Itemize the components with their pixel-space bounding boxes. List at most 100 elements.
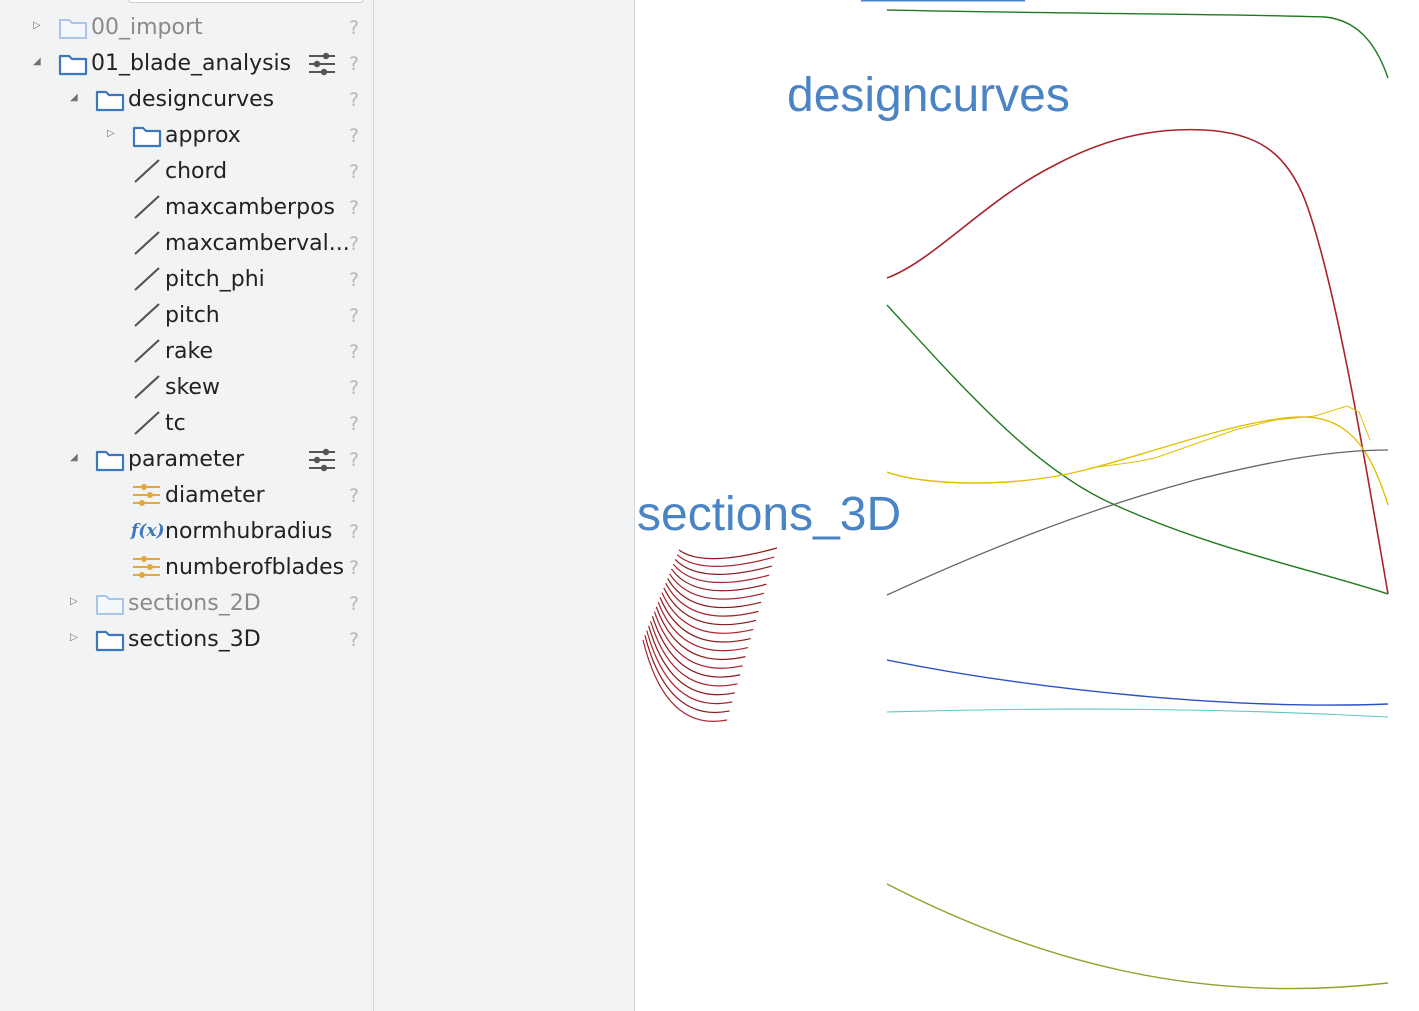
blade-section-curve [642, 639, 728, 722]
help-icon[interactable]: ? [349, 53, 359, 75]
tree-item-label: sections_3D [128, 627, 261, 652]
collapse-arrow-icon[interactable]: ◢ [33, 55, 41, 69]
tree-item-designcurves[interactable]: ◢ designcurves ? [0, 81, 373, 117]
help-icon[interactable]: ? [349, 377, 359, 399]
tree-item-approx[interactable]: ▷ approx ? [0, 117, 373, 153]
blue-curve [886, 659, 1389, 706]
green-curve-top [886, 9, 1389, 79]
folder-icon [95, 450, 125, 472]
tree-item-curve[interactable]: pitch_phi ? [0, 261, 373, 297]
tree-item-curve[interactable]: maxcamberval... ? [0, 225, 373, 261]
help-icon[interactable]: ? [349, 17, 359, 39]
yellow-approx-curve [1089, 405, 1371, 469]
curve-line-icon [134, 303, 160, 327]
tree-item-label: parameter [128, 447, 245, 472]
folder-icon [59, 19, 87, 39]
tree-item-label: normhubradius [165, 519, 333, 544]
green-curve-middle [886, 304, 1389, 595]
blade-section-curve [644, 635, 730, 713]
tree-item-label: approx [165, 123, 241, 148]
tree-item-label: skew [165, 375, 220, 400]
help-icon[interactable]: ? [349, 521, 359, 543]
expand-arrow-icon[interactable]: ▷ [70, 631, 78, 645]
help-icon[interactable]: ? [349, 485, 359, 507]
tree-item-sections-2d[interactable]: ▷ sections_2D ? [0, 585, 373, 621]
blade-sections-3d [642, 547, 778, 722]
designcurves-label: designcurves [787, 69, 1070, 122]
tree-item-numberofblades[interactable]: numberofblades ? [0, 549, 373, 585]
cyan-curve [886, 708, 1389, 718]
blade-section-curve [661, 592, 754, 634]
tree-item-curve[interactable]: maxcamberpos ? [0, 189, 373, 225]
blade-section-curve [665, 582, 759, 617]
tree-item-curve[interactable]: rake ? [0, 333, 373, 369]
tree-item-label: 00_import [91, 15, 203, 40]
model-tree-panel: ▷ 00_import ? ◢ 01_blade_analysis ? ◢ de… [0, 0, 374, 1011]
tree-item-diameter[interactable]: diameter ? [0, 477, 373, 513]
3d-viewport[interactable]: designcurves sections_3D [635, 0, 1419, 1011]
blade-section-curve [669, 573, 764, 600]
tree-item-label: tc [165, 411, 186, 436]
help-icon[interactable]: ? [349, 341, 359, 363]
tree-item-parameter[interactable]: ◢ parameter ? [0, 441, 373, 477]
blade-section-curve [678, 547, 778, 560]
help-icon[interactable]: ? [349, 449, 359, 471]
tree-item-label: sections_2D [128, 591, 261, 616]
blade-section-curve [648, 625, 736, 696]
settings-sliders-icon[interactable] [307, 51, 337, 77]
tree-item-import[interactable]: ▷ 00_import ? [0, 9, 373, 45]
help-icon[interactable]: ? [349, 161, 359, 183]
tree-item-curve[interactable]: tc ? [0, 405, 373, 441]
collapse-arrow-icon[interactable]: ◢ [70, 451, 78, 465]
folder-icon [96, 595, 124, 615]
help-icon[interactable]: ? [349, 413, 359, 435]
gray-curve [886, 449, 1389, 596]
blade-section-curve [672, 563, 770, 584]
tree-item-label: rake [165, 339, 214, 364]
collapse-arrow-icon[interactable]: ◢ [70, 91, 78, 105]
help-icon[interactable]: ? [349, 233, 359, 255]
curve-line-icon [134, 231, 160, 255]
parameter-sliders-icon [133, 556, 160, 578]
tree-search-box[interactable] [128, 0, 364, 3]
tree-item-label: pitch_phi [165, 267, 265, 292]
expand-arrow-icon[interactable]: ▷ [33, 19, 41, 33]
help-icon[interactable]: ? [349, 125, 359, 147]
tree-item-curve[interactable]: skew ? [0, 369, 373, 405]
tree-item-label: 01_blade_analysis [91, 51, 292, 76]
tree-item-blade-analysis[interactable]: ◢ 01_blade_analysis ? [0, 45, 373, 81]
tree-item-label: diameter [165, 483, 265, 508]
help-icon[interactable]: ? [349, 557, 359, 579]
settings-sliders-icon[interactable] [307, 447, 337, 473]
blade-section-curve [670, 568, 767, 592]
tree-item-normhubradius[interactable]: f(x) normhubradius ? [0, 513, 373, 549]
tree-item-label: designcurves [128, 87, 275, 112]
help-icon[interactable]: ? [349, 305, 359, 327]
expand-arrow-icon[interactable]: ▷ [107, 127, 115, 141]
parameter-sliders-icon [133, 484, 160, 506]
tree-item-sections-3d[interactable]: ▷ sections_3D ? [0, 621, 373, 657]
help-icon[interactable]: ? [349, 629, 359, 651]
folder-icon [95, 90, 125, 112]
tree-item-label: chord [165, 159, 228, 184]
help-icon[interactable]: ? [349, 269, 359, 291]
tree-item-label: numberofblades [165, 555, 345, 580]
olive-curve [886, 883, 1389, 990]
expand-arrow-icon[interactable]: ▷ [70, 595, 78, 609]
help-icon[interactable]: ? [349, 197, 359, 219]
folder-icon [95, 630, 125, 652]
folder-icon [132, 126, 162, 148]
red-curve [886, 128, 1389, 595]
help-icon[interactable]: ? [349, 89, 359, 111]
properties-panel [374, 0, 635, 1011]
curve-line-icon [134, 411, 160, 435]
tree-item-curve[interactable]: chord ? [0, 153, 373, 189]
curve-line-icon [134, 159, 160, 183]
curve-line-icon [134, 375, 160, 399]
tree-item-label: maxcamberpos [165, 195, 335, 220]
curve-line-icon [134, 339, 160, 363]
tree-item-curve[interactable]: pitch ? [0, 297, 373, 333]
curve-line-icon [134, 195, 160, 219]
tree-item-label: maxcamberval... [165, 231, 350, 256]
help-icon[interactable]: ? [349, 593, 359, 615]
